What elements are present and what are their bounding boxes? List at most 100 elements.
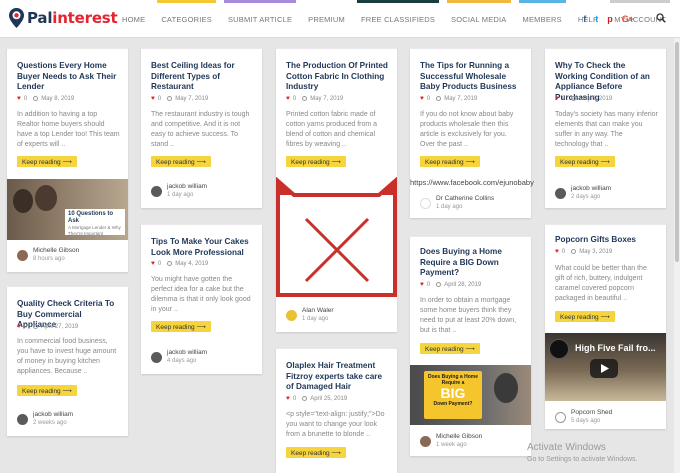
heart-icon[interactable]: ♥ (286, 95, 290, 102)
post-excerpt: You might have gotten the perfect idea f… (151, 276, 251, 313)
post-meta: ♥ 0 April 28, 2019 (420, 281, 482, 288)
page-scrollbar[interactable] (674, 38, 680, 473)
post-author[interactable]: jackob william 4 days ago (151, 349, 207, 365)
post-thumbnail[interactable]: Does Buying a Home Require a BIG Down Pa… (410, 365, 531, 425)
post-author[interactable]: Popcorn Shed 5 days ago (555, 409, 612, 425)
clock-icon (302, 396, 308, 401)
nav-home[interactable]: HOME (114, 0, 153, 38)
post-title[interactable]: Best Ceiling Ideas for Different Types o… (151, 61, 254, 93)
keep-reading-button[interactable]: Keep reading ⟶ (151, 321, 211, 332)
site-logo[interactable]: Palinterest (8, 7, 118, 29)
thumbnail-caption: 10 Questions to Ask A Mortgage Lender & … (65, 209, 125, 236)
avatar (555, 411, 566, 423)
post-card[interactable]: The Production Of Printed Cotton Fabric … (276, 48, 397, 332)
facebook-icon[interactable]: f (583, 14, 586, 24)
post-author[interactable]: jackob william 2 weeks ago (17, 411, 73, 427)
clock-icon (571, 249, 577, 254)
avatar (151, 185, 162, 197)
avatar (420, 197, 431, 209)
post-excerpt: <p style="text-align: justify;">Do you w… (286, 411, 385, 438)
avatar (420, 435, 431, 447)
heart-icon[interactable]: ♥ (555, 95, 559, 102)
post-card[interactable]: Popcorn Gifts Boxes ♥ 0 May 3, 2019 What … (545, 224, 666, 429)
post-meta: ♥ 0 May 8, 2019 (17, 95, 75, 102)
post-author[interactable]: Michelle Gibson 8 hours ago (17, 247, 79, 263)
heart-icon[interactable]: ♥ (420, 281, 424, 288)
post-meta: ♥ 0 May 7, 2019 (151, 95, 209, 102)
windows-activation-watermark: Activate Windows Go to Settings to activ… (527, 442, 638, 463)
nav-free-classifieds[interactable]: FREE CLASSIFIEDS (353, 0, 443, 38)
heart-icon[interactable]: ♥ (151, 95, 155, 102)
post-meta: ♥ 0 May 4, 2019 (151, 260, 209, 267)
post-author[interactable]: Dr Catherine Collins 1 day ago (420, 195, 494, 211)
post-card[interactable]: Does Buying a Home Require a BIG Down Pa… (410, 236, 531, 456)
post-url[interactable]: https://www.facebook.com/ejunobaby (410, 178, 534, 187)
post-excerpt: If you do not know about baby products w… (420, 111, 514, 148)
clock-icon (33, 324, 39, 329)
nav-submit-article[interactable]: SUBMIT ARTICLE (220, 0, 300, 38)
clock-icon (571, 96, 577, 101)
post-meta: ♥ 0 May 6, 2019 (555, 95, 613, 102)
post-title[interactable]: Questions Every Home Buyer Needs to Ask … (17, 61, 120, 93)
clock-icon (436, 282, 442, 287)
post-thumbnail[interactable]: 10 Questions to Ask A Mortgage Lender & … (7, 179, 128, 240)
keep-reading-button[interactable]: Keep reading ⟶ (17, 156, 77, 167)
post-title[interactable]: Tips To Make Your Cakes Look More Profes… (151, 237, 254, 258)
post-title[interactable]: The Production Of Printed Cotton Fabric … (286, 61, 389, 93)
nav-categories[interactable]: CATEGORIES (153, 0, 220, 38)
heart-icon[interactable]: ♥ (420, 95, 424, 102)
pinterest-icon[interactable]: p (607, 14, 613, 24)
clock-icon (302, 96, 308, 101)
keep-reading-button[interactable]: Keep reading ⟶ (555, 156, 615, 167)
post-author[interactable]: jackob william 2 days ago (555, 185, 611, 201)
post-card[interactable]: Best Ceiling Ideas for Different Types o… (141, 48, 262, 208)
post-excerpt: In addition to having a top Realtor home… (17, 111, 120, 148)
post-title[interactable]: The Tips for Running a Successful Wholes… (420, 61, 523, 93)
play-button-icon[interactable] (590, 359, 618, 378)
heart-icon[interactable]: ♥ (151, 260, 155, 267)
nav-premium[interactable]: PREMIUM (300, 0, 353, 38)
google-plus-icon[interactable]: G+ (622, 14, 634, 24)
scrollbar-thumb[interactable] (675, 42, 679, 262)
post-card[interactable]: Olaplex Hair Treatment Fitzroy experts t… (276, 348, 397, 473)
video-embed[interactable]: High Five Fail fro... (545, 333, 666, 401)
post-excerpt: Printed cotton fabric made of cotton yar… (286, 111, 378, 148)
post-excerpt: In order to obtain a mortgage some home … (420, 297, 517, 334)
post-card[interactable]: Why To Check the Working Condition of an… (545, 48, 666, 208)
post-title[interactable]: Popcorn Gifts Boxes (555, 235, 658, 246)
person-silhouette (35, 185, 57, 211)
search-icon[interactable] (656, 13, 666, 23)
keep-reading-button[interactable]: Keep reading ⟶ (420, 156, 480, 167)
keep-reading-button[interactable]: Keep reading ⟶ (151, 156, 211, 167)
post-card[interactable]: The Tips for Running a Successful Wholes… (410, 48, 531, 218)
heart-icon[interactable]: ♥ (286, 395, 290, 402)
post-title[interactable]: Does Buying a Home Require a BIG Down Pa… (420, 247, 523, 279)
avatar (17, 413, 28, 425)
keep-reading-button[interactable]: Keep reading ⟶ (555, 311, 615, 322)
post-author[interactable]: jackob william 1 day ago (151, 183, 207, 199)
twitter-icon[interactable]: t (595, 14, 598, 24)
post-author[interactable]: Michelle Gibson 1 week ago (420, 433, 482, 449)
post-title[interactable]: Olaplex Hair Treatment Fitzroy experts t… (286, 361, 389, 393)
post-excerpt: Today's society has many inferior elemen… (555, 111, 658, 148)
keep-reading-button[interactable]: Keep reading ⟶ (286, 156, 346, 167)
post-meta: ♥ 0 May 7, 2019 (420, 95, 478, 102)
heart-icon[interactable]: ♥ (17, 95, 21, 102)
post-excerpt: In commercial food business, you have to… (17, 338, 117, 375)
person-silhouette (494, 373, 518, 403)
keep-reading-button[interactable]: Keep reading ⟶ (286, 447, 346, 458)
thumbnail-caption: Does Buying a Home Require a BIG Down Pa… (424, 371, 482, 419)
clock-icon (167, 96, 173, 101)
heart-icon[interactable]: ♥ (17, 323, 21, 330)
post-card[interactable]: Questions Every Home Buyer Needs to Ask … (7, 48, 128, 272)
avatar (555, 187, 566, 199)
broken-image-icon (276, 177, 397, 299)
post-card[interactable]: Tips To Make Your Cakes Look More Profes… (141, 224, 262, 374)
keep-reading-button[interactable]: Keep reading ⟶ (17, 385, 77, 396)
post-card[interactable]: Quality Check Criteria To Buy Commercial… (7, 286, 128, 436)
nav-members[interactable]: MEMBERS (515, 0, 570, 38)
keep-reading-button[interactable]: Keep reading ⟶ (420, 343, 480, 354)
post-author[interactable]: Alan Waler 1 day ago (286, 307, 334, 323)
heart-icon[interactable]: ♥ (555, 248, 559, 255)
nav-social-media[interactable]: SOCIAL MEDIA (443, 0, 514, 38)
